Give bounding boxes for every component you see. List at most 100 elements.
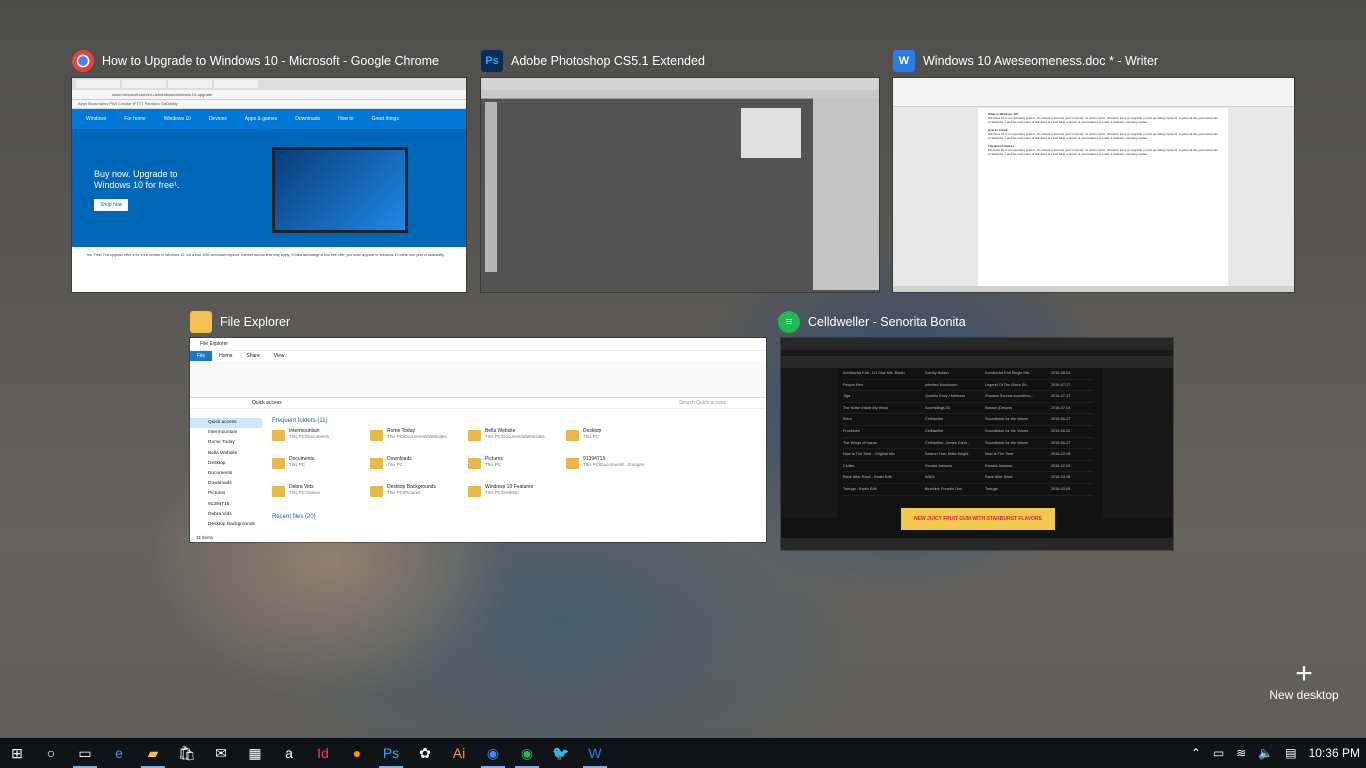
folder-icon (370, 458, 383, 469)
track-song: The Wings of Icarus (843, 440, 877, 445)
track-date: 2016-06-27 (1051, 417, 1071, 422)
track-song: Elero (843, 417, 852, 422)
folder-path: This PC\Documents\...\Images (583, 462, 645, 467)
track-date: 2016-07-04 (1051, 405, 1071, 410)
search-box: Search Quick access (679, 400, 726, 406)
track-artist: Quantic Envy / Methodx (925, 394, 966, 399)
track-row: Clutter Ronald Jenkees Ronald Jenkees 2016-… (843, 461, 1093, 473)
shop-now-button: Shop now (94, 199, 129, 211)
taskbar: ⊞ ○ ▭ e ▰ 🛍 ✉ ▦ a Id ● Ps ✿ Ai ◉ ◉ 🐦 W ⌃… (0, 738, 1366, 768)
chrome-icon[interactable]: ◉ (476, 738, 510, 768)
mail-icon[interactable]: ✉ (204, 738, 238, 768)
folder-path: This PC (485, 462, 502, 467)
new-desktop-button[interactable]: + New desktop (1262, 659, 1346, 710)
amazon-icon[interactable]: a (272, 738, 306, 768)
folder-item: Intermountain This PC\Documents (272, 428, 368, 454)
nav-item: For home (124, 116, 146, 122)
illustrator-icon[interactable]: Ai (442, 738, 476, 768)
photoshop-window-title[interactable]: Ps Adobe Photoshop CS5.1 Extended (481, 50, 705, 72)
status-bar (893, 286, 1294, 292)
browser-tabs (72, 78, 466, 90)
track-artist: Celldweller (925, 417, 944, 422)
friend-activity (1103, 368, 1173, 518)
calculator-icon[interactable]: ▦ (238, 738, 272, 768)
laptop-image (272, 147, 408, 233)
folder-item: 91394715 This PC\Documents\...\Images (566, 456, 662, 482)
chrome-window-title[interactable]: How to Upgrade to Windows 10 - Microsoft… (72, 50, 439, 72)
track-artist: Zomby Nation (925, 371, 949, 375)
folder-path: This PC\Documents\Websites (387, 434, 447, 439)
folder-item: Desktop This PC (566, 428, 662, 454)
writer-icon[interactable]: W (578, 738, 612, 768)
spotify-window-thumbnail[interactable]: Kombucha Knit - DJ Glaz Mix, Radio Zomby … (781, 338, 1173, 550)
track-date: 2016-07-27 (1051, 394, 1071, 399)
folder-icon (272, 486, 285, 497)
show-hidden-icons-icon[interactable]: ⌃ (1185, 746, 1207, 760)
menu-home: Home (219, 353, 233, 359)
folder-item: Documents This PC (272, 456, 368, 482)
track-song: The Noise Inside My Head (843, 405, 888, 410)
track-artist: Ronald Jenkees (925, 463, 953, 468)
volume-icon[interactable]: 🔈 (1252, 746, 1279, 760)
spotify-icon[interactable]: ◉ (510, 738, 544, 768)
explorer-window-thumbnail[interactable]: File Explorer File Home Share View Quick… (190, 338, 766, 542)
clock[interactable]: 10:36 PM (1303, 746, 1366, 760)
chrome-window-thumbnail[interactable]: www.microsoft.com/en-us/windows/windows-… (72, 78, 466, 292)
folder-icon (468, 486, 481, 497)
writer-ribbon (893, 78, 1294, 107)
explorer-ribbon (190, 361, 766, 398)
track-list: Kombucha Knit - DJ Glaz Mix, Radio Zomby … (843, 368, 1093, 496)
track-song: Rave After Rave - Radio Edit (843, 475, 892, 480)
cortana-icon[interactable]: ○ (34, 738, 68, 768)
nav-item: Windows (86, 116, 107, 122)
track-artist: Sasson Tala, Miike Knight (925, 452, 969, 457)
explorer-window-title[interactable]: File Explorer (190, 311, 290, 333)
windows-start-icon[interactable]: ⊞ (0, 738, 34, 768)
folder-icon (468, 458, 481, 469)
track-date: 2016-07-27 (1051, 382, 1071, 387)
task-view-icon[interactable]: ▭ (68, 738, 102, 768)
edge-icon[interactable]: e (102, 738, 136, 768)
track-album: Soundtrack for the Voices (985, 440, 1029, 445)
tools-panel (485, 102, 497, 272)
track-date: 2016-08-01 (1051, 371, 1071, 375)
track-row: Elero Celldweller Soundtrack for the Voice… (843, 414, 1093, 426)
twitter-icon[interactable]: 🐦 (544, 738, 578, 768)
writer-window-thumbnail[interactable]: What is Windows 10? Windows 10 is an ope… (893, 78, 1294, 292)
photoshop-window-thumbnail[interactable] (481, 78, 879, 292)
writer-window-title[interactable]: W Windows 10 Aweseomeness.doc * - Writer (893, 50, 1158, 72)
bookmarks-bar: Apps Bookmarks PWI Crackle IFTTT Pandora… (72, 100, 466, 109)
firefox-icon[interactable]: ● (340, 738, 374, 768)
track-artist: Celldweller, James Contr... (925, 440, 970, 445)
file-explorer-icon[interactable]: ▰ (136, 738, 170, 768)
player-bar (781, 538, 1173, 550)
window-title-text: Adobe Photoshop CS5.1 Extended (511, 54, 705, 68)
photoshop-icon[interactable]: Ps (374, 738, 408, 768)
folder-path: This PC (387, 462, 404, 467)
address-text: Quick access (252, 400, 282, 406)
menu-view: View (273, 353, 285, 359)
folder-path: This PC\Documents (289, 434, 330, 439)
track-row: Kombucha Knit - DJ Glaz Mix, Radio Zomby … (843, 368, 1093, 380)
track-song: Clutter (843, 463, 855, 468)
track-date: 2016-02-03 (1051, 463, 1071, 468)
folder-item: Desktop Backgrounds This PC\Pictures (370, 484, 466, 510)
track-song: Tiga (843, 394, 851, 399)
battery-icon[interactable]: ▭ (1207, 746, 1230, 760)
folder-path: This PC\Desktop (485, 490, 519, 495)
wifi-icon[interactable]: ≋ (1230, 746, 1252, 760)
spotify-window-title[interactable]: ≡ Celldweller - Senorita Bonita (778, 311, 966, 333)
indesign-icon[interactable]: Id (306, 738, 340, 768)
nav-item: Rome Today (208, 440, 235, 446)
action-center-icon[interactable]: ▤ (1279, 746, 1302, 760)
nav-item: How to (338, 116, 354, 122)
nav-item: Great things (371, 116, 399, 122)
window-title-text: File Explorer (220, 315, 291, 329)
picasa-icon[interactable]: ✿ (408, 738, 442, 768)
store-icon[interactable]: 🛍 (170, 738, 204, 768)
document-page: What is Windows 10? Windows 10 is an ope… (978, 108, 1228, 292)
track-artist: Accendings 33 (925, 405, 950, 410)
nav-item: Pictures (208, 491, 226, 497)
spotify-icon: ≡ (778, 311, 800, 333)
side-panels (813, 98, 879, 290)
